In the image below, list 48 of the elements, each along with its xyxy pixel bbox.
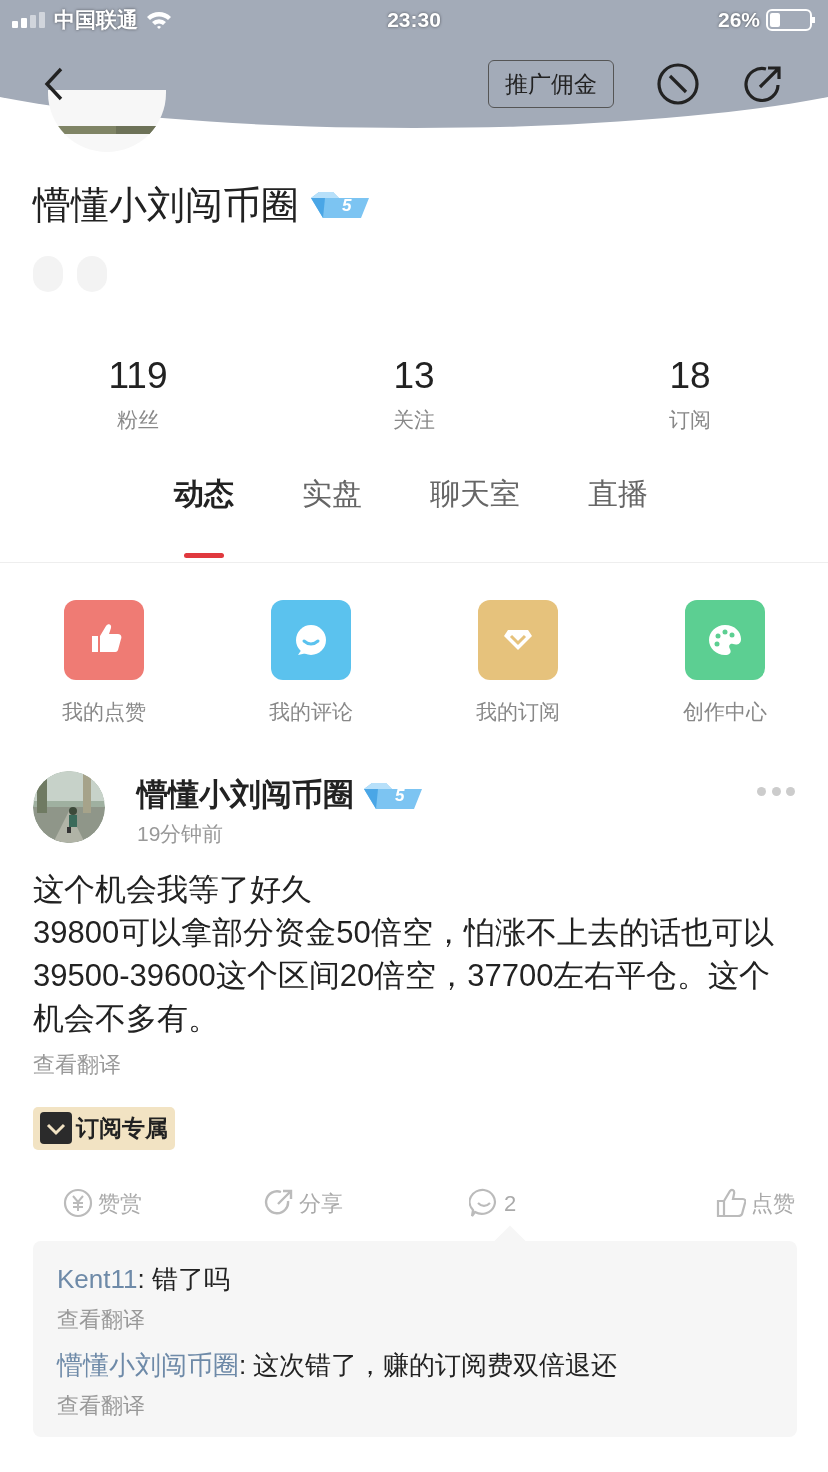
tab[interactable]: 动态 [174, 473, 234, 558]
stat-label: 粉丝 [117, 407, 159, 433]
comment-author[interactable]: 懵懂小刘闯币圈 [57, 1350, 239, 1380]
signal-icon [12, 12, 46, 28]
profile-name: 懵懂小刘闯币圈 [33, 186, 299, 224]
yen-coin-icon [63, 1188, 93, 1218]
comment-action[interactable]: 2 [414, 1179, 605, 1227]
post-author[interactable]: 懵懂小刘闯币圈 [137, 777, 354, 813]
back-icon [44, 67, 64, 101]
block-button[interactable] [656, 62, 700, 106]
tab-indicator [184, 552, 224, 558]
promo-commission-button[interactable]: 推广佣金 [488, 60, 614, 108]
battery-percent: 26% [717, 7, 760, 34]
translate-link[interactable]: 查看翻译 [33, 1047, 121, 1081]
stat-value: 119 [108, 354, 168, 398]
thumbs-up-icon [716, 1188, 746, 1218]
share-icon [742, 63, 784, 105]
block-icon [656, 62, 700, 106]
stat-label: 订阅 [669, 407, 711, 433]
subscriber-only-tag: 订阅专属 [33, 1106, 175, 1150]
translate-link[interactable]: 查看翻译 [57, 1389, 145, 1423]
clock-time: 23:30 [387, 7, 441, 34]
reward-action[interactable]: 赞赏 [33, 1179, 224, 1227]
stat-label: 关注 [393, 407, 435, 433]
tab[interactable]: 直播 [588, 473, 648, 558]
level-badge: 5 [362, 781, 424, 809]
shortcut-item[interactable]: 我的订阅 [414, 599, 621, 727]
chat-bubble-icon [469, 1188, 499, 1218]
share-action[interactable]: 分享 [223, 1179, 414, 1227]
stat-value: 18 [669, 354, 711, 398]
shortcut-item[interactable]: 我的评论 [207, 599, 414, 727]
post-text: 39800可以拿部分资金50倍空，怕涨不上去的话也可以39500-39600这个区间20倍空，37700左右平仓。这个机会不多有。 [33, 913, 775, 1038]
tab[interactable]: 实盘 [302, 473, 362, 558]
post-text: 这个机会我等了好久 [33, 870, 313, 909]
stat-value: 13 [393, 354, 435, 398]
shortcut-item[interactable]: 我的点赞 [0, 599, 207, 727]
battery-icon [766, 9, 816, 31]
shortcut-item[interactable]: 创作中心 [621, 599, 828, 727]
translate-link[interactable]: 查看翻译 [57, 1303, 145, 1337]
carrier-name: 中国联通 [54, 7, 138, 34]
comment-author[interactable]: Kent11 [57, 1264, 138, 1294]
comment-text: Kent11: 错了吗 [57, 1263, 231, 1296]
level-badge: 5 [309, 190, 371, 220]
post-time: 19分钟前 [137, 821, 225, 847]
tab[interactable]: 聊天室 [430, 473, 520, 558]
like-action[interactable]: 点赞 [604, 1179, 795, 1227]
wifi-icon [146, 10, 172, 30]
comment-text: 懵懂小刘闯币圈: 这次错了，赚的订阅费双倍退还 [57, 1349, 619, 1382]
